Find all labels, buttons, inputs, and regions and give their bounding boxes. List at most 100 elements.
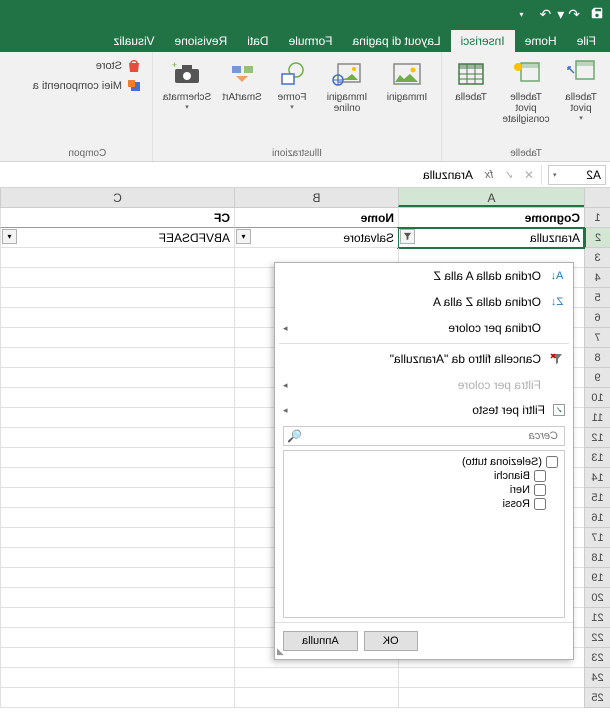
- row-header-18[interactable]: 18: [584, 548, 610, 568]
- myaddins-button[interactable]: Miei componenti a: [33, 78, 142, 94]
- row-header-3[interactable]: 3: [584, 248, 610, 268]
- name-box[interactable]: A2 ▾: [548, 165, 606, 185]
- row-header-19[interactable]: 19: [584, 568, 610, 588]
- cell[interactable]: [234, 688, 398, 708]
- formula-input[interactable]: [0, 166, 479, 184]
- cell[interactable]: [234, 668, 398, 688]
- cell-a1[interactable]: Cognome: [398, 208, 584, 228]
- row-header-11[interactable]: 11: [584, 408, 610, 428]
- ok-button[interactable]: OK: [364, 631, 418, 651]
- images-online-button[interactable]: Immagini online: [319, 56, 375, 116]
- row-header-24[interactable]: 24: [584, 668, 610, 688]
- tab-insert[interactable]: Inserisci: [451, 30, 515, 52]
- filter-check-item[interactable]: Neri: [288, 483, 548, 497]
- cell[interactable]: [0, 668, 234, 688]
- row-header-17[interactable]: 17: [584, 528, 610, 548]
- undo-icon[interactable]: ↶: [568, 6, 580, 23]
- cell[interactable]: [0, 568, 234, 588]
- redo-icon[interactable]: ↷: [540, 6, 552, 23]
- cell[interactable]: [0, 608, 234, 628]
- sort-az-item[interactable]: A↓ Ordina dalla A alla Z: [275, 263, 573, 289]
- row-header-5[interactable]: 5: [584, 288, 610, 308]
- cell[interactable]: [0, 588, 234, 608]
- shapes-button[interactable]: Forme ▾: [269, 56, 315, 113]
- tab-formulas[interactable]: Formule: [279, 30, 343, 52]
- cell[interactable]: [0, 508, 234, 528]
- store-button[interactable]: Store: [33, 58, 142, 74]
- undo-dropdown[interactable]: ▾: [557, 6, 564, 23]
- pivot-rec-button[interactable]: Tabelle pivot consigliate: [498, 56, 554, 127]
- filter-text-item[interactable]: ✓ Filtri per testo ▸: [275, 398, 573, 422]
- cell-a2[interactable]: Aranzulla: [398, 228, 584, 248]
- row-header-20[interactable]: 20: [584, 588, 610, 608]
- row-header-2[interactable]: 2: [584, 228, 610, 248]
- accept-formula-button[interactable]: ✓: [499, 168, 519, 182]
- cell[interactable]: [0, 368, 234, 388]
- tab-view[interactable]: Visualiz: [103, 30, 164, 52]
- cell-b1[interactable]: Nome: [234, 208, 398, 228]
- checkbox[interactable]: [546, 456, 558, 468]
- col-header-a[interactable]: A: [398, 188, 584, 207]
- tab-home[interactable]: Home: [515, 30, 567, 52]
- images-button[interactable]: Immagini: [379, 56, 435, 105]
- cell[interactable]: [0, 248, 234, 268]
- cell[interactable]: [0, 428, 234, 448]
- cancel-button[interactable]: Annulla: [283, 631, 358, 651]
- resize-handle-icon[interactable]: ◢: [277, 646, 284, 657]
- cell[interactable]: [0, 308, 234, 328]
- col-header-c[interactable]: C: [0, 188, 234, 207]
- tab-data[interactable]: Dati: [237, 30, 278, 52]
- row-header-13[interactable]: 13: [584, 448, 610, 468]
- cell[interactable]: [0, 328, 234, 348]
- checkbox[interactable]: [534, 498, 546, 510]
- cell-c1[interactable]: CF: [0, 208, 234, 228]
- tab-file[interactable]: File: [567, 30, 606, 52]
- qat-customize-icon[interactable]: ▾: [519, 10, 523, 19]
- fx-button[interactable]: fx: [479, 169, 499, 181]
- filter-button-b[interactable]: ▾: [236, 229, 251, 244]
- cell[interactable]: [0, 628, 234, 648]
- row-header-1[interactable]: 1: [584, 208, 610, 228]
- cell[interactable]: [398, 668, 584, 688]
- row-header-7[interactable]: 7: [584, 328, 610, 348]
- cell[interactable]: [0, 288, 234, 308]
- row-header-15[interactable]: 15: [584, 488, 610, 508]
- row-header-16[interactable]: 16: [584, 508, 610, 528]
- row-header-6[interactable]: 6: [584, 308, 610, 328]
- filter-check-item[interactable]: Rossi: [288, 497, 548, 511]
- row-header-10[interactable]: 10: [584, 388, 610, 408]
- smartart-button[interactable]: SmartArt: [219, 56, 265, 105]
- checkbox[interactable]: [534, 484, 546, 496]
- row-header-21[interactable]: 21: [584, 608, 610, 628]
- cell[interactable]: [0, 548, 234, 568]
- cell[interactable]: [0, 488, 234, 508]
- cell-c2[interactable]: ABVFDSAEF ▾: [0, 228, 234, 248]
- cell[interactable]: [0, 268, 234, 288]
- cell[interactable]: [0, 648, 234, 668]
- checkbox[interactable]: [534, 470, 546, 482]
- save-icon[interactable]: [590, 6, 604, 23]
- cell[interactable]: [0, 408, 234, 428]
- pivot-table-button[interactable]: Tabella pivot ▾: [558, 56, 604, 124]
- table-button[interactable]: Tabella: [448, 56, 494, 105]
- cell[interactable]: [0, 348, 234, 368]
- row-header-25[interactable]: 25: [584, 688, 610, 708]
- filter-search-input[interactable]: [283, 426, 565, 446]
- tab-review[interactable]: Revisione: [164, 30, 237, 52]
- sort-za-item[interactable]: Z↓ Ordina dalla Z alla A: [275, 289, 573, 315]
- tab-layout[interactable]: Layout di pagina: [343, 30, 451, 52]
- cell[interactable]: [0, 448, 234, 468]
- screenshot-button[interactable]: + Schermata ▾: [159, 56, 215, 113]
- row-header-9[interactable]: 9: [584, 368, 610, 388]
- select-all-corner[interactable]: [584, 188, 610, 207]
- clear-filter-item[interactable]: Cancella filtro da "Aranzulla": [275, 346, 573, 372]
- row-header-14[interactable]: 14: [584, 468, 610, 488]
- row-header-23[interactable]: 23: [584, 648, 610, 668]
- cell[interactable]: [398, 688, 584, 708]
- sort-color-item[interactable]: Ordina per colore ▸: [275, 315, 573, 341]
- row-header-8[interactable]: 8: [584, 348, 610, 368]
- filter-check-selectall[interactable]: (Seleziona tutto): [288, 455, 560, 469]
- cell-b2[interactable]: Salvatore ▾: [234, 228, 398, 248]
- row-header-22[interactable]: 22: [584, 628, 610, 648]
- cell[interactable]: [0, 468, 234, 488]
